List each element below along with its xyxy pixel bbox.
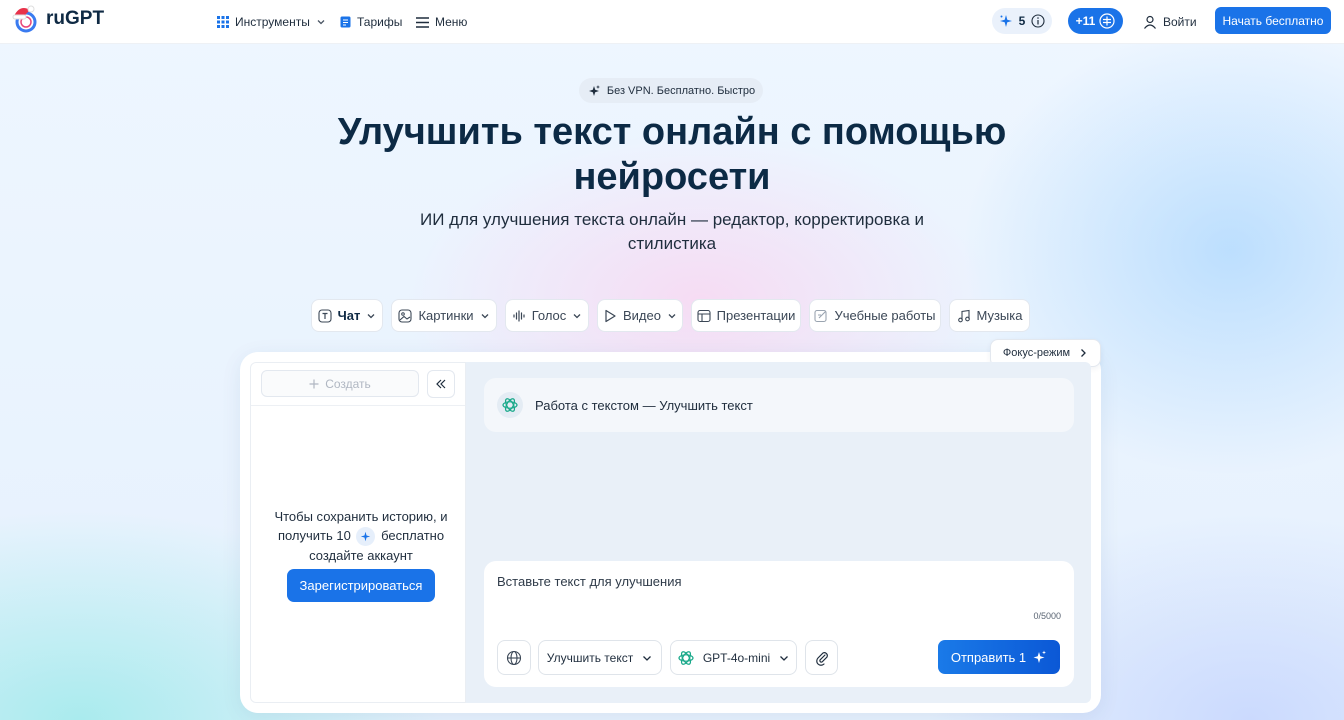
credits-badge[interactable]: 5	[992, 8, 1052, 34]
sparkle-icon	[1032, 650, 1047, 665]
model-select-label: GPT-4o-mini	[702, 650, 771, 665]
sidebar-divider	[251, 405, 465, 406]
play-icon	[603, 309, 617, 323]
create-chat-label: Создать	[325, 376, 371, 391]
chevron-down-icon	[480, 311, 490, 321]
save-line-2-a: получить 10	[277, 528, 351, 543]
tab-images-label: Картинки	[418, 308, 474, 323]
create-chat-button[interactable]: Создать	[261, 370, 419, 397]
save-line-2-b: бесплатно	[381, 528, 445, 543]
nav-tools-label: Инструменты	[235, 15, 310, 29]
tab-music-label: Музыка	[976, 308, 1023, 323]
edit-note-icon	[814, 309, 828, 323]
hero-badge: Без VPN. Бесплатно. Быстро	[579, 78, 763, 103]
send-button-label: Отправить 1	[950, 649, 1027, 665]
tab-voice-label: Голос	[531, 308, 567, 323]
nav-pricing[interactable]: Тарифы	[340, 0, 402, 44]
mode-tabs: Чат Картинки Голос Видео Презентации Уче…	[0, 299, 1344, 332]
tab-images[interactable]: Картинки	[391, 299, 497, 332]
chevron-down-icon	[366, 311, 376, 321]
save-line-2: получить 10 бесплатно	[266, 526, 456, 547]
info-icon[interactable]	[1031, 14, 1045, 28]
grid-icon	[217, 16, 229, 28]
chevron-down-icon	[641, 652, 653, 664]
mode-select[interactable]: Улучшить текст	[538, 640, 662, 675]
attach-button[interactable]	[805, 640, 838, 675]
credits-count: 5	[1018, 14, 1026, 28]
register-button[interactable]: Зарегистрироваться	[287, 569, 435, 602]
page-subtitle: ИИ для улучшения текста онлайн — редакто…	[419, 210, 924, 253]
tab-video[interactable]: Видео	[597, 299, 683, 332]
assistant-message: Работа с текстом — Улучшить текст	[484, 378, 1074, 432]
sparkle-icon	[587, 84, 601, 98]
model-select[interactable]: GPT-4o-mini	[670, 640, 797, 675]
page-title: Улучшить текст онлайн с помощью нейросет…	[337, 111, 1007, 198]
openai-icon	[677, 649, 695, 667]
save-line-1: Чтобы сохранить историю, и	[274, 509, 448, 524]
music-icon	[957, 309, 971, 323]
tab-study[interactable]: Учебные работы	[809, 299, 941, 332]
prompt-input[interactable]	[497, 574, 1057, 610]
nav-menu-label: Меню	[435, 15, 468, 29]
chat-t-icon	[318, 308, 332, 323]
openai-icon	[497, 392, 523, 418]
plus-credits-label: +11	[1075, 14, 1096, 28]
login-label: Войти	[1163, 15, 1197, 29]
tab-voice[interactable]: Голос	[505, 299, 589, 332]
chevron-down-icon	[316, 17, 326, 27]
web-search-button[interactable]	[497, 640, 531, 675]
nav-pricing-label: Тарифы	[357, 15, 403, 29]
login-link[interactable]: Войти	[1143, 0, 1197, 44]
logo-text: ruGPT	[46, 8, 105, 29]
hero-badge-text: Без VPN. Бесплатно. Быстро	[606, 84, 756, 97]
image-icon	[398, 308, 413, 323]
plus-icon	[309, 379, 319, 389]
save-line-3: создайте аккаунт	[309, 548, 413, 564]
globe-icon	[506, 650, 522, 666]
gift-icon	[1099, 13, 1115, 29]
chevron-down-icon	[572, 311, 582, 321]
tab-music[interactable]: Музыка	[949, 299, 1030, 332]
user-icon	[1143, 15, 1157, 29]
menu-icon	[416, 16, 429, 28]
mode-select-label: Улучшить текст	[546, 650, 634, 665]
char-counter: 0/5000	[1033, 611, 1061, 621]
tab-chat[interactable]: Чат	[311, 299, 383, 332]
tab-study-label: Учебные работы	[834, 308, 936, 323]
paperclip-icon	[814, 650, 830, 666]
add-credits-button[interactable]: +11	[1068, 8, 1123, 34]
document-icon	[340, 16, 351, 28]
tab-chat-label: Чат	[337, 308, 361, 323]
tab-presentations[interactable]: Презентации	[691, 299, 801, 332]
send-button[interactable]: Отправить 1	[938, 640, 1060, 674]
logo[interactable]: ruGPT	[10, 4, 104, 34]
logo-icon	[10, 4, 40, 34]
double-chevron-left-icon	[435, 378, 447, 390]
sparkle-icon	[999, 14, 1013, 28]
save-history-message: Чтобы сохранить историю, и получить 10 б…	[266, 507, 456, 565]
nav-menu[interactable]: Меню	[416, 0, 467, 44]
collapse-sidebar-button[interactable]	[427, 370, 455, 398]
waveform-icon	[512, 309, 526, 323]
tab-video-label: Видео	[623, 308, 661, 323]
assistant-message-text: Работа с текстом — Улучшить текст	[535, 397, 753, 413]
sparkle-icon	[356, 527, 376, 547]
nav-tools[interactable]: Инструменты	[217, 0, 326, 44]
chevron-down-icon	[667, 311, 677, 321]
focus-mode-label: Фокус-режим	[1002, 347, 1071, 359]
chevron-right-icon	[1078, 348, 1088, 358]
start-free-button[interactable]: Начать бесплатно	[1215, 7, 1331, 34]
presentation-icon	[697, 309, 711, 323]
chevron-down-icon	[778, 652, 790, 664]
tab-presentations-label: Презентации	[716, 308, 796, 323]
top-header: ruGPT Инструменты Тарифы Меню 5 +11 Войт…	[0, 0, 1344, 44]
